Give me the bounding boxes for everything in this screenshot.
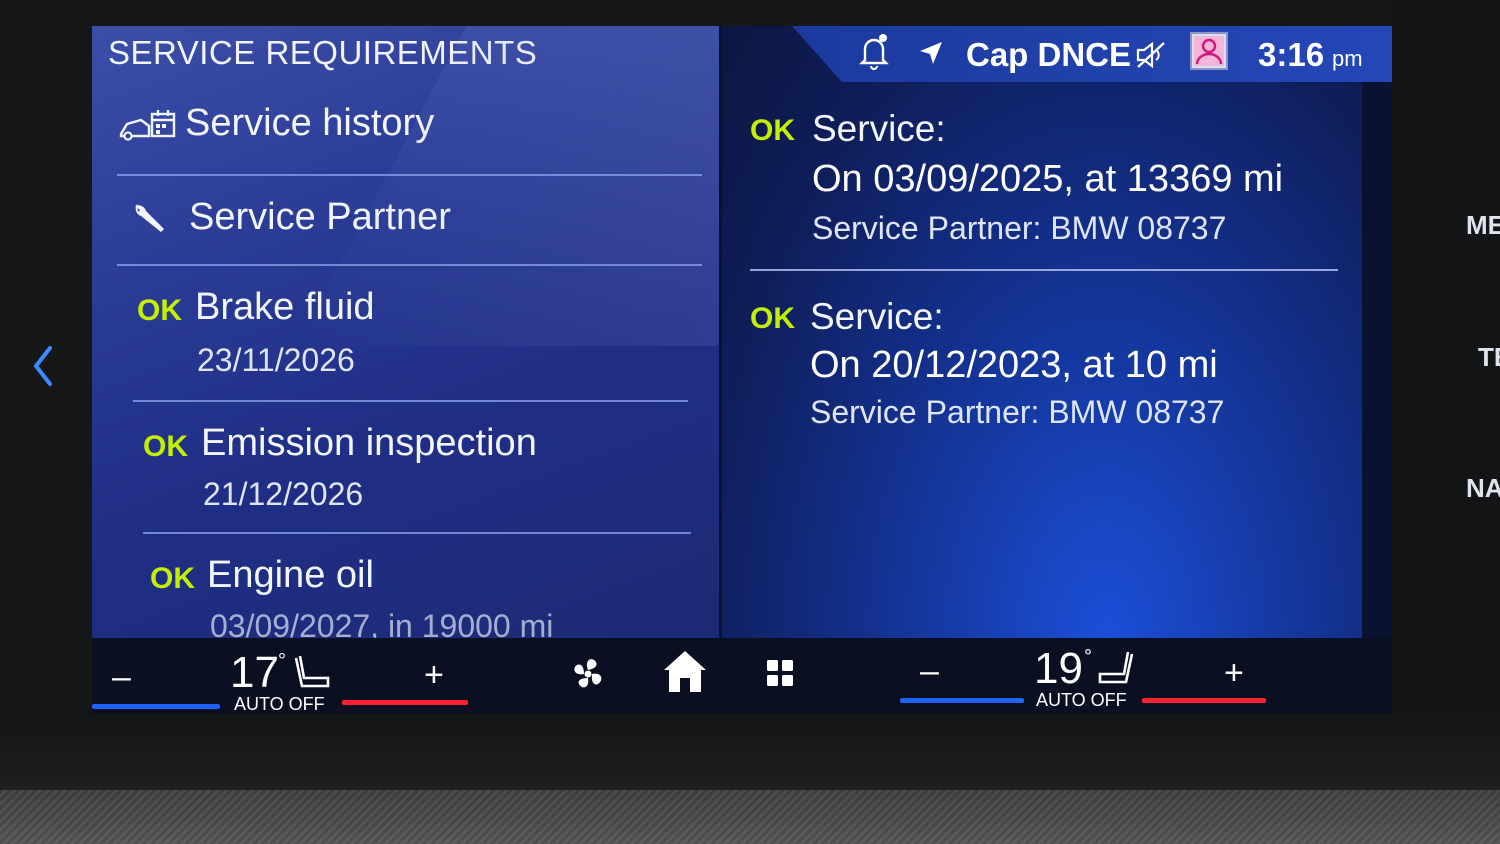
menu-item-label: Service Partner <box>189 196 451 238</box>
climate-bar: – 17 ° AUTO OFF + – 19 ° AUTO OFF + <box>92 638 1392 714</box>
right-degree: ° <box>1084 646 1092 668</box>
notification-bell-icon[interactable] <box>858 32 890 70</box>
entry-partner: Service Partner: BMW 08737 <box>812 210 1227 246</box>
edge-label-te: TE <box>1478 342 1500 372</box>
divider <box>750 269 1338 271</box>
right-temp-decrease-button[interactable]: – <box>920 652 939 691</box>
clock-time: 3:16 <box>1258 36 1325 73</box>
apps-grid-icon[interactable] <box>765 658 795 688</box>
menu-item-service-partner[interactable]: Service Partner <box>117 176 702 266</box>
back-chevron-icon[interactable] <box>30 344 56 388</box>
entry-partner: Service Partner: BMW 08737 <box>810 394 1225 430</box>
item-title: Engine oil <box>207 554 374 596</box>
entry-detail: On 20/12/2023, at 10 mi <box>810 344 1218 386</box>
right-seat-icon[interactable] <box>1096 648 1136 688</box>
item-date: 23/11/2026 <box>197 342 355 378</box>
list-item-brake-fluid[interactable]: OK Brake fluid 23/11/2026 <box>117 266 702 402</box>
edge-label-me: ME <box>1466 210 1500 240</box>
navigation-arrow-icon <box>920 42 942 64</box>
status-badge: OK <box>137 294 182 327</box>
item-title: Brake fluid <box>195 286 375 328</box>
item-date: 03/09/2027, in 19000 mi <box>210 608 554 638</box>
mute-icon[interactable] <box>1134 40 1168 70</box>
service-entry[interactable]: OK Service: On 03/09/2025, at 13369 mi S… <box>750 96 1338 272</box>
edge-label-nav: NAV <box>1466 473 1500 503</box>
profile-name[interactable]: Cap DNCE <box>966 36 1131 74</box>
right-cool-indicator <box>900 698 1024 703</box>
left-heat-indicator <box>342 700 468 705</box>
left-temp-decrease-button[interactable]: – <box>112 658 131 697</box>
status-badge: OK <box>143 430 188 463</box>
item-date: 21/12/2026 <box>203 476 364 512</box>
display-screen: SERVICE REQUIREMENTS Service history Ser… <box>92 26 1392 714</box>
service-requirements-panel: SERVICE REQUIREMENTS Service history Ser… <box>92 26 719 638</box>
user-profile-icon <box>1194 36 1224 66</box>
left-seat-icon[interactable] <box>292 652 332 692</box>
right-temperature[interactable]: 19 <box>1034 644 1083 694</box>
left-temperature[interactable]: 17 <box>230 648 279 698</box>
status-badge: OK <box>150 562 195 595</box>
menu-item-service-history[interactable]: Service history <box>117 88 702 176</box>
entry-title: Service: <box>812 108 946 149</box>
page-title: SERVICE REQUIREMENTS <box>108 34 538 71</box>
left-degree: ° <box>278 650 286 672</box>
left-temp-increase-button[interactable]: + <box>424 656 444 695</box>
wrench-icon <box>135 204 164 232</box>
list-item-emission-inspection[interactable]: OK Emission inspection 21/12/2026 <box>117 402 702 534</box>
status-badge: OK <box>750 114 795 147</box>
left-cool-indicator <box>92 704 220 709</box>
left-climate-mode[interactable]: AUTO OFF <box>234 694 325 714</box>
fan-icon[interactable] <box>570 656 606 692</box>
avatar[interactable] <box>1190 32 1228 70</box>
menu-item-label: Service history <box>185 102 435 144</box>
item-title: Emission inspection <box>201 422 537 464</box>
dashboard-trim <box>0 790 1500 844</box>
right-temp-increase-button[interactable]: + <box>1224 654 1244 693</box>
list-item-engine-oil[interactable]: OK Engine oil 03/09/2027, in 19000 mi <box>117 534 702 638</box>
car-calendar-icon <box>119 110 176 141</box>
entry-title: Service: <box>810 296 944 337</box>
right-climate-mode[interactable]: AUTO OFF <box>1036 690 1127 711</box>
status-badge: OK <box>750 302 795 335</box>
clock-ampm: pm <box>1332 46 1363 71</box>
home-icon[interactable] <box>662 648 708 694</box>
entry-detail: On 03/09/2025, at 13369 mi <box>812 158 1284 200</box>
right-heat-indicator <box>1142 698 1266 703</box>
service-entry[interactable]: OK Service: On 20/12/2023, at 10 mi Serv… <box>750 284 1338 444</box>
